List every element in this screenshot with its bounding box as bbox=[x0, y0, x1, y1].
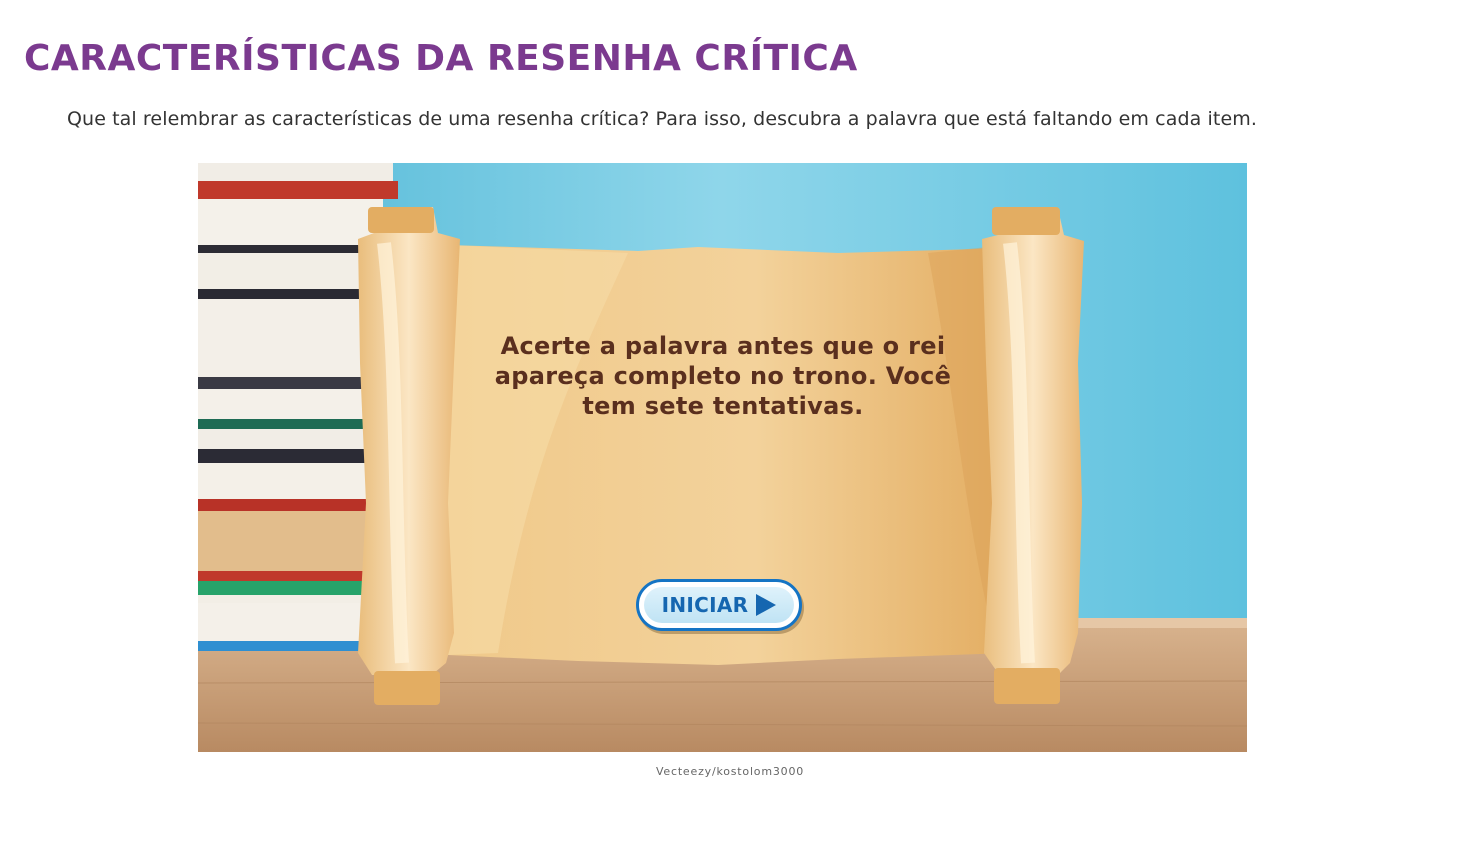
intro-text: Que tal relembrar as características de … bbox=[67, 108, 1257, 130]
game-background bbox=[198, 163, 1247, 752]
image-credit: Vecteezy/kostolom3000 bbox=[655, 765, 805, 778]
game-instructions: Acerte a palavra antes que o rei apareça… bbox=[494, 332, 952, 420]
page-title: CARACTERÍSTICAS DA RESENHA CRÍTICA bbox=[24, 38, 858, 79]
start-button-label: INICIAR bbox=[661, 593, 749, 617]
start-button[interactable]: INICIAR bbox=[636, 579, 802, 631]
word-game-frame[interactable]: Acerte a palavra antes que o rei apareça… bbox=[198, 163, 1247, 752]
play-icon bbox=[756, 594, 777, 616]
